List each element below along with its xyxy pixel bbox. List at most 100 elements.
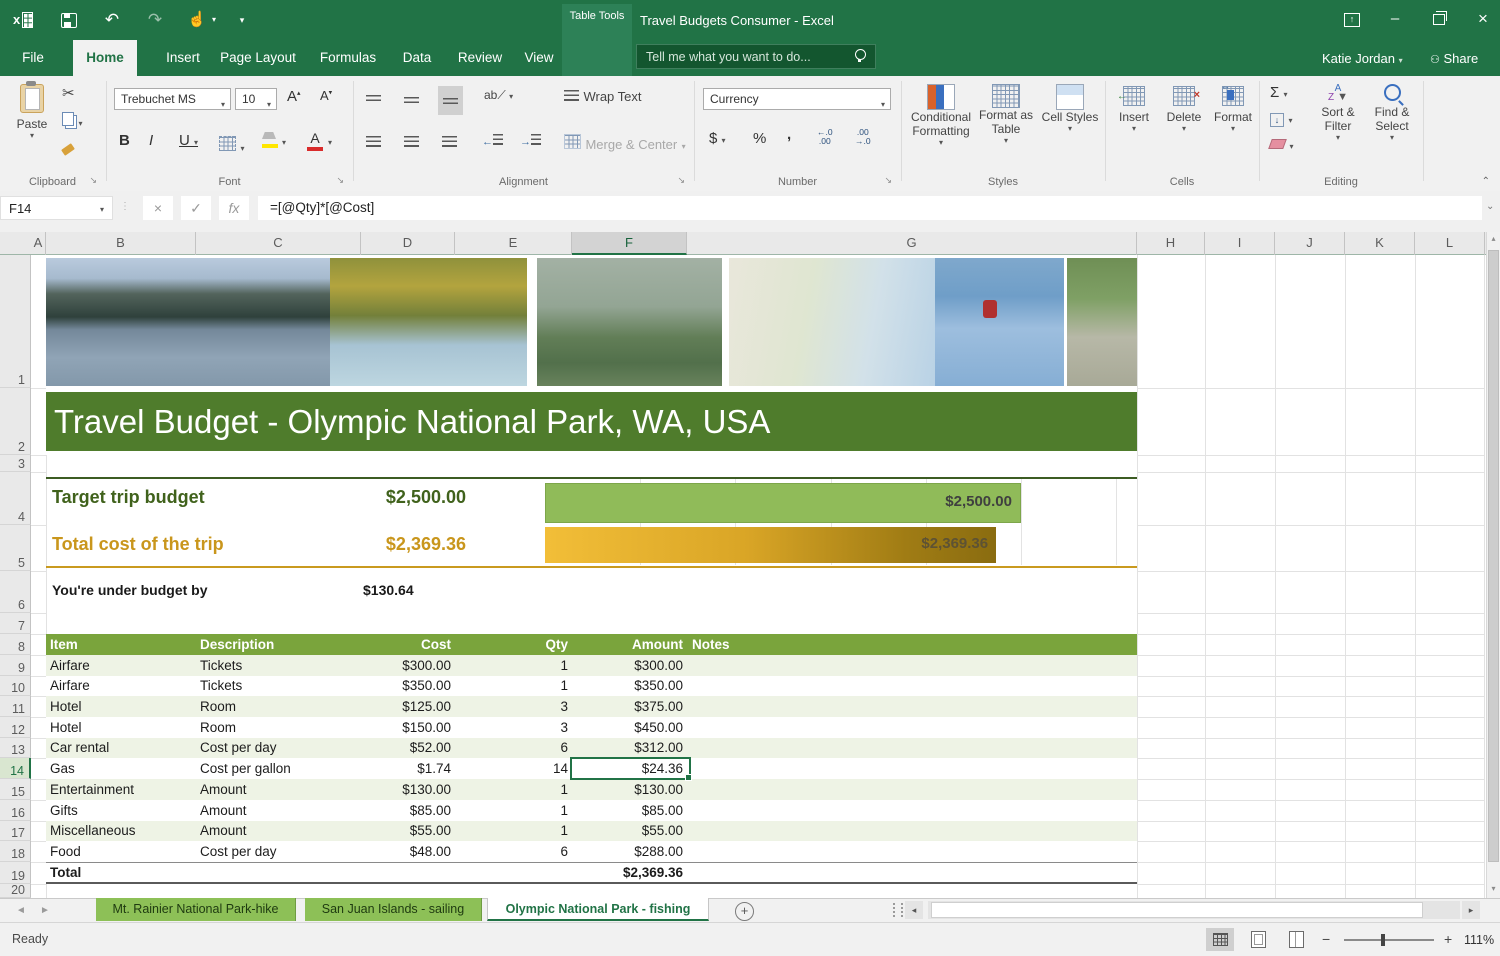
ribbon-tab-file[interactable]: File: [8, 40, 58, 76]
clear-button[interactable]: ▾: [1270, 136, 1293, 154]
sheet-nav-left-icon[interactable]: ◄: [16, 905, 26, 916]
ribbon-tab-formulas[interactable]: Formulas: [312, 40, 384, 76]
sort-filter-button[interactable]: AZ ▼ Sort & Filter ▾: [1312, 84, 1364, 142]
row-header-18[interactable]: 18: [0, 841, 31, 862]
ribbon-tab-home[interactable]: Home: [73, 40, 137, 76]
orientation-button[interactable]: ab⟋ ▾: [484, 88, 513, 103]
align-right-button[interactable]: [442, 134, 457, 152]
decrease-decimal-button[interactable]: .00→.0: [855, 128, 871, 146]
grow-font-button[interactable]: A▴: [287, 88, 301, 105]
conditional-formatting-button[interactable]: Conditional Formatting ▾: [908, 84, 974, 147]
collapse-ribbon-button[interactable]: ⌃: [1482, 176, 1490, 187]
column-header-a[interactable]: A: [31, 232, 46, 255]
font-size-select[interactable]: 10 ▾: [235, 88, 277, 110]
insert-function-button[interactable]: fx: [219, 196, 249, 220]
ribbon-tab-review[interactable]: Review: [450, 40, 510, 76]
fill-handle[interactable]: [685, 774, 692, 781]
column-header-c[interactable]: C: [196, 232, 361, 255]
cell-qty[interactable]: 6: [488, 841, 568, 862]
cell-amount[interactable]: $130.00: [578, 779, 683, 800]
merge-center-button[interactable]: Merge & Center ▾: [564, 134, 686, 154]
cell-qty[interactable]: 6: [488, 738, 568, 758]
cell-qty[interactable]: 14: [488, 758, 568, 779]
cell-qty[interactable]: Qty: [488, 634, 568, 655]
expand-formula-bar-button[interactable]: ⌄: [1486, 201, 1494, 212]
copy-button[interactable]: ▾: [62, 112, 82, 131]
formula-bar-divider-dots[interactable]: ⋮: [120, 201, 131, 212]
confirm-entry-button[interactable]: ✓: [181, 196, 211, 220]
close-button[interactable]: ×: [1468, 6, 1498, 32]
row-header-12[interactable]: 12: [0, 717, 31, 738]
name-box[interactable]: F14 ▾: [0, 196, 113, 220]
align-center-button[interactable]: [404, 134, 419, 152]
tab-scrollbar-splitter[interactable]: [893, 903, 903, 917]
bold-button[interactable]: B: [119, 132, 130, 149]
clipboard-dialog-launcher[interactable]: ↘: [89, 175, 97, 186]
column-header-g[interactable]: G: [687, 232, 1137, 255]
column-header-e[interactable]: E: [455, 232, 572, 255]
cell-amount[interactable]: Amount: [578, 634, 683, 655]
font-dialog-launcher[interactable]: ↘: [336, 175, 344, 186]
customize-qat-button[interactable]: ▾: [230, 8, 254, 32]
normal-view-button[interactable]: [1206, 928, 1234, 951]
hscroll-right-arrow-icon[interactable]: ▸: [1462, 901, 1480, 919]
increase-decimal-button[interactable]: ←.0.00: [817, 128, 833, 146]
ribbon-display-options-button[interactable]: ↑: [1337, 6, 1367, 32]
align-middle-button[interactable]: [404, 92, 419, 110]
cell-qty[interactable]: 1: [488, 821, 568, 841]
column-header-l[interactable]: L: [1415, 232, 1485, 255]
number-format-select[interactable]: Currency ▾: [703, 88, 891, 110]
scroll-up-arrow-icon[interactable]: ▴: [1487, 232, 1500, 246]
cell-item[interactable]: Gifts: [50, 800, 190, 821]
ribbon-tab-data[interactable]: Data: [393, 40, 441, 76]
cell-item[interactable]: Airfare: [50, 676, 190, 696]
cell-desc[interactable]: Tickets: [200, 655, 350, 676]
accounting-format-button[interactable]: $ ▾: [709, 130, 726, 147]
minimize-button[interactable]: –: [1380, 6, 1410, 32]
cell-desc[interactable]: Room: [200, 717, 350, 738]
cell-cost[interactable]: $52.00: [361, 738, 451, 758]
column-header-b[interactable]: B: [46, 232, 196, 255]
row-header-9[interactable]: 9: [0, 655, 31, 676]
insert-cells-button[interactable]: ← Insert ▾: [1110, 86, 1158, 133]
row-header-20[interactable]: 20: [0, 884, 31, 898]
cell-qty[interactable]: 1: [488, 779, 568, 800]
cell-qty[interactable]: 3: [488, 717, 568, 738]
cell-amount[interactable]: $450.00: [578, 717, 683, 738]
page-break-view-button[interactable]: [1282, 928, 1310, 951]
row-header-10[interactable]: 10: [0, 676, 31, 696]
page-layout-view-button[interactable]: [1244, 928, 1272, 951]
cell-desc[interactable]: Cost per day: [200, 841, 350, 862]
increase-indent-button[interactable]: →: [520, 134, 541, 148]
cell-cost[interactable]: $55.00: [361, 821, 451, 841]
cell-desc[interactable]: Tickets: [200, 676, 350, 696]
column-header-j[interactable]: J: [1275, 232, 1345, 255]
cell-desc[interactable]: Amount: [200, 779, 350, 800]
alignment-dialog-launcher[interactable]: ↘: [677, 175, 685, 186]
fill-button[interactable]: ↓ ▾: [1270, 110, 1292, 128]
cell-cost[interactable]: Cost: [361, 634, 451, 655]
user-account[interactable]: Katie Jordan ▾: [1322, 51, 1403, 66]
cell-desc[interactable]: Description: [200, 634, 350, 655]
cell-amount[interactable]: $375.00: [578, 696, 683, 717]
cell-cost[interactable]: $1.74: [361, 758, 451, 779]
underline-button[interactable]: U ▾: [179, 132, 198, 149]
cell-styles-button[interactable]: Cell Styles ▾: [1040, 84, 1100, 133]
find-select-button[interactable]: Find & Select ▾: [1366, 84, 1418, 142]
cell-item[interactable]: Item: [50, 634, 190, 655]
hscroll-left-arrow-icon[interactable]: ◂: [905, 901, 923, 919]
save-button[interactable]: [57, 8, 81, 32]
row-header-8[interactable]: 8: [0, 634, 31, 655]
cell-qty[interactable]: 3: [488, 696, 568, 717]
cell-cost[interactable]: $48.00: [361, 841, 451, 862]
row-header-6[interactable]: 6: [0, 571, 31, 613]
cell-qty[interactable]: 1: [488, 655, 568, 676]
restore-button[interactable]: [1424, 6, 1454, 32]
cell-cost[interactable]: $125.00: [361, 696, 451, 717]
redo-button[interactable]: ↷: [143, 8, 167, 32]
row-header-4[interactable]: 4: [0, 472, 31, 525]
zoom-out-button[interactable]: −: [1322, 931, 1330, 947]
row-header-5[interactable]: 5: [0, 525, 31, 571]
share-button[interactable]: ⚇ Share: [1430, 51, 1478, 66]
align-bottom-button[interactable]: [438, 86, 463, 115]
